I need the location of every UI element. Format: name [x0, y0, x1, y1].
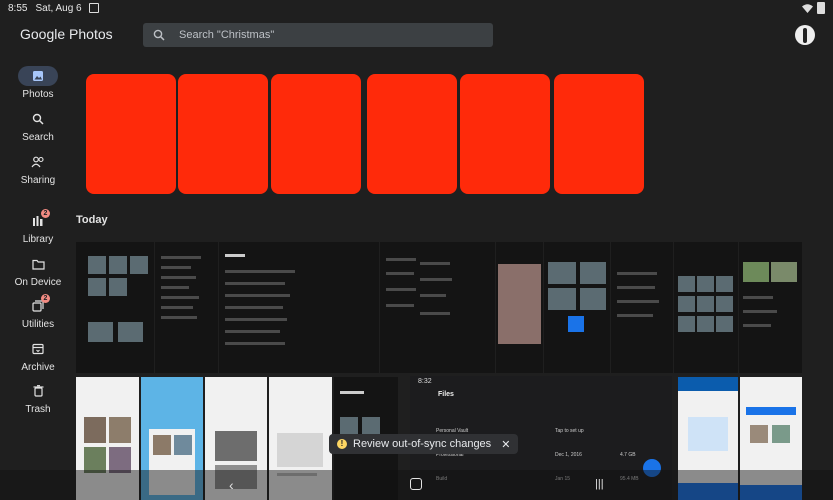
library-badge: 2	[41, 209, 50, 218]
status-bar: 8:55 Sat, Aug 6	[0, 0, 833, 16]
photo-thumbnail[interactable]	[155, 242, 218, 373]
files-title: Files	[438, 391, 454, 398]
sidebar-item-utilities[interactable]: 2 Utilities	[0, 294, 76, 336]
gallery-notification-icon	[88, 3, 99, 13]
wifi-icon	[802, 3, 813, 13]
files-row-detail: Tap to set up	[555, 428, 584, 434]
sidebar-item-archive[interactable]: Archive	[0, 339, 76, 379]
files-row-size: 4.7 GB	[620, 452, 636, 458]
search-icon	[18, 109, 58, 129]
memory-card[interactable]	[460, 74, 550, 194]
sidebar-item-sharing[interactable]: Sharing	[0, 152, 76, 192]
utilities-badge: 2	[41, 294, 50, 303]
close-icon[interactable]: ✕	[501, 438, 510, 451]
folder-icon	[18, 254, 58, 274]
archive-icon	[18, 339, 58, 359]
search-input[interactable]	[177, 28, 481, 42]
photo-thumbnail[interactable]	[674, 242, 738, 373]
library-icon: 2	[18, 209, 58, 231]
sidebar-item-label: Library	[22, 234, 54, 245]
memory-card[interactable]	[554, 74, 644, 194]
sync-toast[interactable]: ! Review out-of-sync changes ✕	[329, 434, 519, 454]
system-nav-bar: ‹ |||	[0, 470, 833, 500]
sidebar-item-trash[interactable]: Trash	[0, 381, 76, 421]
photo-thumbnail[interactable]	[496, 242, 543, 373]
status-time: 8:55	[8, 2, 28, 14]
top-bar: Google Photos	[0, 16, 833, 56]
avatar[interactable]	[795, 25, 815, 45]
back-icon[interactable]: ‹	[229, 477, 234, 493]
photo-thumbnail[interactable]	[739, 242, 802, 373]
warning-icon: !	[337, 439, 347, 449]
sidebar-item-search[interactable]: Search	[0, 109, 76, 149]
app-logo: Google Photos	[20, 26, 113, 42]
sidebar-item-label: Sharing	[20, 175, 56, 186]
toast-message: Review out-of-sync changes	[353, 438, 492, 450]
photo-icon	[18, 66, 58, 86]
status-date: Sat, Aug 6	[35, 2, 82, 14]
search-bar[interactable]	[143, 23, 493, 47]
search-icon	[153, 29, 165, 41]
sidebar-item-label: On Device	[14, 277, 62, 288]
home-icon[interactable]	[410, 478, 422, 490]
section-title-today: Today	[76, 214, 108, 226]
memory-card[interactable]	[367, 74, 457, 194]
recents-icon[interactable]: |||	[595, 478, 604, 490]
files-time: 8:32	[418, 378, 432, 385]
trash-icon	[18, 381, 58, 401]
sidebar-item-label: Trash	[25, 404, 51, 415]
photo-thumbnail[interactable]	[544, 242, 610, 373]
people-icon	[18, 152, 58, 172]
photo-thumbnail[interactable]	[380, 242, 495, 373]
sidebar-item-on-device[interactable]: On Device	[0, 254, 76, 294]
files-row-detail: Dec 1, 2016	[555, 452, 582, 458]
sidebar-item-label: Photos	[22, 89, 54, 100]
photo-thumbnail[interactable]	[219, 242, 379, 373]
memory-card[interactable]	[86, 74, 176, 194]
utilities-icon: 2	[18, 294, 58, 316]
photo-thumbnail[interactable]	[611, 242, 673, 373]
sidebar-item-library[interactable]: 2 Library	[0, 209, 76, 251]
memory-card[interactable]	[178, 74, 268, 194]
battery-icon	[817, 2, 825, 14]
photo-thumbnail[interactable]	[76, 242, 154, 373]
sidebar-item-label: Utilities	[21, 319, 55, 330]
memory-card[interactable]	[271, 74, 361, 194]
sidebar-item-label: Search	[22, 132, 54, 143]
sidebar-item-photos[interactable]: Photos	[0, 66, 76, 106]
sidebar-item-label: Archive	[21, 362, 55, 373]
